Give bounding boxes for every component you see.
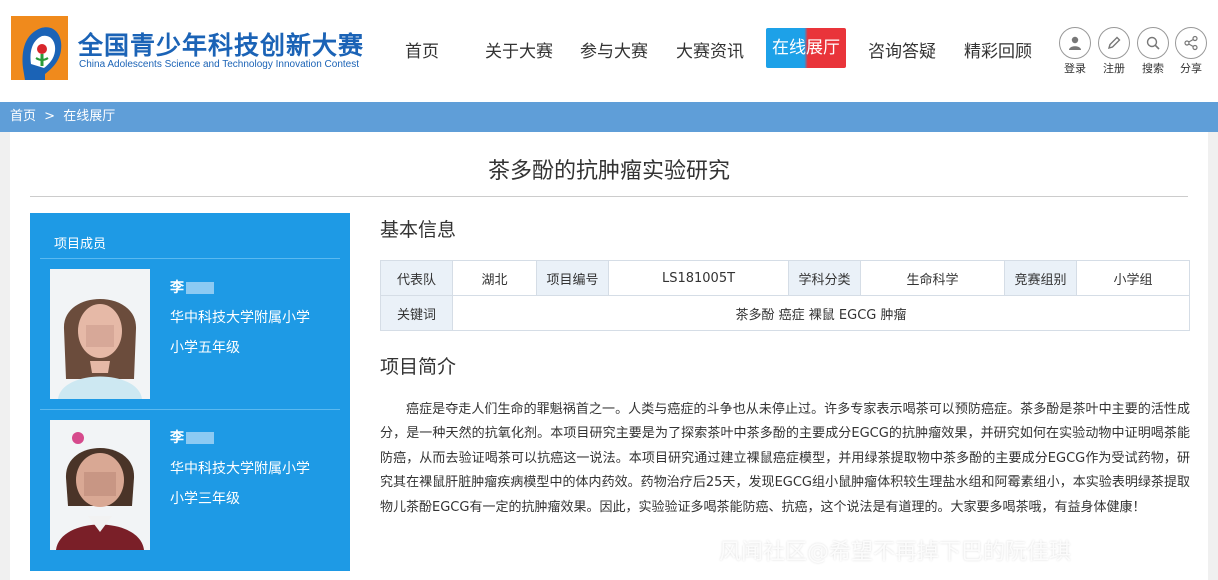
members-divider: [40, 258, 340, 259]
nav-participate[interactable]: 参与大赛: [580, 37, 648, 62]
name-redaction: [186, 282, 214, 294]
team-value: 湖北: [452, 260, 537, 296]
share-icon: [1175, 27, 1207, 59]
members-panel: 项目成员 李 华中科技大学附属小学 小学五年级 李 华中科技大学附属小学 小学三…: [30, 213, 350, 571]
share-button[interactable]: 分享: [1171, 27, 1211, 76]
member-name: 李: [170, 277, 214, 297]
member-photo: [50, 420, 150, 550]
keywords-value: 茶多酚 癌症 裸鼠 EGCG 肿瘤: [452, 295, 1190, 331]
project-id-label: 项目编号: [536, 260, 609, 296]
contest-logo[interactable]: [11, 16, 68, 80]
register-button[interactable]: 注册: [1094, 27, 1134, 76]
member-grade: 小学五年级: [170, 340, 240, 356]
table-row: 代表队 湖北 项目编号 LS181005T 学科分类 生命科学 竞赛组别 小学组: [380, 260, 1190, 296]
subject-value: 生命科学: [860, 260, 1005, 296]
nav-about[interactable]: 关于大赛: [485, 37, 553, 62]
summary-heading: 项目简介: [380, 356, 457, 378]
site-header: 全国青少年科技创新大赛 China Adolescents Science an…: [0, 0, 1218, 102]
brand-name-en: China Adolescents Science and Technology…: [79, 59, 360, 70]
pencil-icon: [1098, 27, 1130, 59]
breadcrumb-separator: >: [44, 109, 56, 124]
project-title: 茶多酚的抗肿瘤实验研究: [487, 159, 730, 184]
nav-news[interactable]: 大赛资讯: [676, 37, 744, 62]
search-icon: [1137, 27, 1169, 59]
search-label: 搜索: [1142, 62, 1164, 75]
breadcrumb: 首页 > 在线展厅: [0, 102, 1218, 132]
breadcrumb-home[interactable]: 首页: [10, 109, 36, 124]
member-photo: [50, 269, 150, 399]
share-label: 分享: [1180, 62, 1202, 75]
keywords-label: 关键词: [380, 295, 453, 331]
member-school: 华中科技大学附属小学: [170, 310, 310, 326]
project-summary: 癌症是夺走人们生命的罪魁祸首之一。人类与癌症的斗争也从未停止过。许多专家表示喝茶…: [380, 402, 1190, 515]
login-label: 登录: [1064, 62, 1086, 75]
user-icon: [1059, 27, 1091, 59]
breadcrumb-current[interactable]: 在线展厅: [63, 109, 115, 124]
basic-info-table: 代表队 湖北 项目编号 LS181005T 学科分类 生命科学 竞赛组别 小学组…: [380, 260, 1190, 331]
member-name: 李: [170, 427, 214, 447]
team-label: 代表队: [380, 260, 453, 296]
watermark: 风闻社区@希望不再掉下巴的阮佳琪: [719, 540, 1072, 565]
nav-home[interactable]: 首页: [405, 37, 439, 62]
group-value: 小学组: [1076, 260, 1190, 296]
group-label: 竞赛组别: [1004, 260, 1077, 296]
basic-info-heading: 基本信息: [380, 219, 457, 241]
nav-faq[interactable]: 咨询答疑: [868, 37, 936, 62]
search-button[interactable]: 搜索: [1133, 27, 1173, 76]
member-grade: 小学三年级: [170, 491, 240, 507]
name-redaction: [186, 432, 214, 444]
project-id-value: LS181005T: [608, 260, 789, 296]
register-label: 注册: [1103, 62, 1125, 75]
title-divider: [30, 196, 1188, 197]
brand-name-cn[interactable]: 全国青少年科技创新大赛: [78, 26, 364, 62]
login-button[interactable]: 登录: [1055, 27, 1095, 76]
table-row: 关键词 茶多酚 癌症 裸鼠 EGCG 肿瘤: [380, 295, 1190, 331]
subject-label: 学科分类: [788, 260, 861, 296]
nav-review[interactable]: 精彩回顾: [964, 37, 1032, 62]
member-school: 华中科技大学附属小学: [170, 461, 310, 477]
project-card: 茶多酚的抗肿瘤实验研究 项目成员 李 华中科技大学附属小学 小学五年级 李 华中…: [10, 132, 1208, 580]
members-divider: [40, 409, 340, 410]
members-heading: 项目成员: [54, 237, 107, 252]
nav-online-hall[interactable]: 在线展厅: [766, 28, 846, 68]
